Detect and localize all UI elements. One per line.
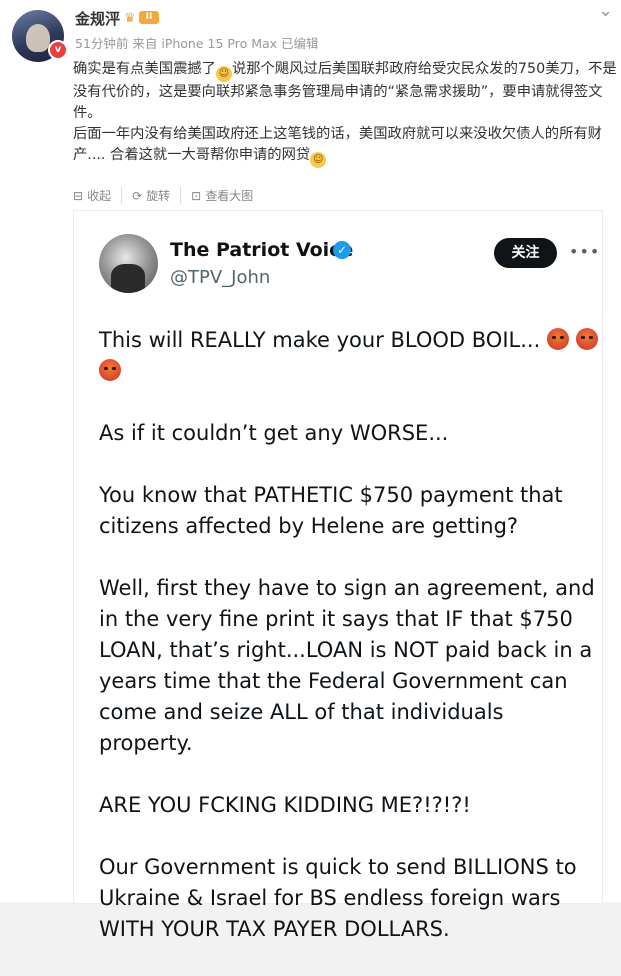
tweet-paragraph: Well, first they have to sign an agreeme… (99, 576, 595, 755)
angry-face-icon (575, 328, 598, 350)
crown-icon: ♛ (124, 11, 136, 26)
laugh-emoji-icon: ☺ (310, 152, 327, 168)
tweet-paragraph: ARE YOU FCKING KIDDING ME?!?!?! (99, 793, 471, 817)
angry-face-icon (546, 328, 569, 350)
collect-icon: ⊟ (73, 188, 84, 203)
tweet-author-name: The Patriot Voice (170, 239, 354, 261)
post-paragraph-1: 确实是有点美国震撼了 ☺ 说那个飓风过后美国联邦政府给受灾民众发的750美刀，不是没… (73, 61, 617, 121)
tweet-paragraph: Our Government is quick to send BILLIONS… (99, 855, 577, 941)
username[interactable]: 金规泙 (75, 8, 120, 29)
view-large-button[interactable]: ⊡ 查看大图 (191, 187, 263, 204)
more-icon: ••• (569, 242, 601, 261)
verified-badge: v (48, 40, 68, 60)
tweet-text: This will REALLY make your BLOOD BOIL...… (99, 325, 599, 976)
weibo-post: v 金规泙 ♛ II 51分钟前 来自 iPhone 15 Pro Max 已编… (0, 0, 621, 941)
verified-check-icon: ✓ (333, 241, 351, 259)
zoom-icon: ⊡ (191, 188, 202, 203)
rotate-icon: ⟳ (132, 188, 143, 203)
angry-face-icon (99, 359, 121, 381)
post-meta: 51分钟前 来自 iPhone 15 Pro Max 已编辑 (75, 36, 319, 51)
follow-button: 关注 (494, 238, 557, 268)
tweet-avatar (99, 234, 158, 293)
rotate-button[interactable]: ⟳ 旋转 (132, 187, 182, 204)
tweet-paragraph: You know that PATHETIC $750 payment that… (99, 483, 563, 538)
tweet-paragraph: As if it couldn’t get any WORSE... (99, 421, 449, 445)
collapse-button[interactable]: ⊟ 收起 (73, 187, 123, 204)
post-body: 确实是有点美国震撼了 ☺ 说那个飓风过后美国联邦政府给受灾民众发的750美刀，不是没… (73, 59, 621, 168)
laugh-emoji-icon: ☺ (215, 66, 232, 82)
level-badge: II (139, 11, 159, 24)
tweet-handle: @TPV_John (170, 267, 271, 288)
post-paragraph-2: 后面一年内没有给美国政府还上这笔钱的话，美国政府就可以来没收欠债人的所有财产..… (73, 124, 621, 168)
embedded-tweet-image[interactable]: The Patriot Voice ✓ @TPV_John 关注 ••• Thi… (73, 210, 603, 941)
chevron-down-icon[interactable]: ⌄ (598, 0, 613, 21)
image-actions: ⊟ 收起 ⟳ 旋转 ⊡ 查看大图 (73, 187, 273, 204)
tweet-paragraph: This will REALLY make your BLOOD BOIL... (99, 325, 599, 387)
